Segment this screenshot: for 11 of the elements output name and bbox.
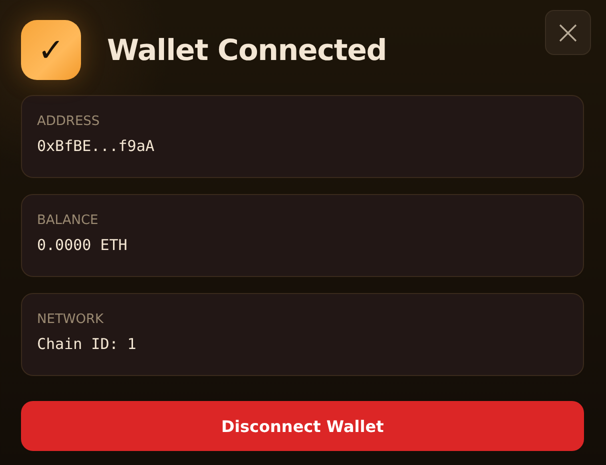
check-badge: ✓ (21, 20, 81, 80)
close-button[interactable] (545, 10, 591, 55)
field-value: 0.0000 ETH (37, 236, 128, 254)
field-label: ADDRESS (37, 114, 101, 129)
close-icon (558, 22, 578, 42)
field-label: BALANCE (37, 213, 100, 228)
field-label: NETWORK (37, 312, 105, 327)
field-value: Chain ID: 1 (37, 335, 138, 353)
dialog-title: Wallet Connected (107, 33, 387, 67)
disconnect-button[interactable]: Disconnect Wallet (21, 401, 584, 451)
field-value: 0xBfBE...f9aA (37, 137, 156, 155)
